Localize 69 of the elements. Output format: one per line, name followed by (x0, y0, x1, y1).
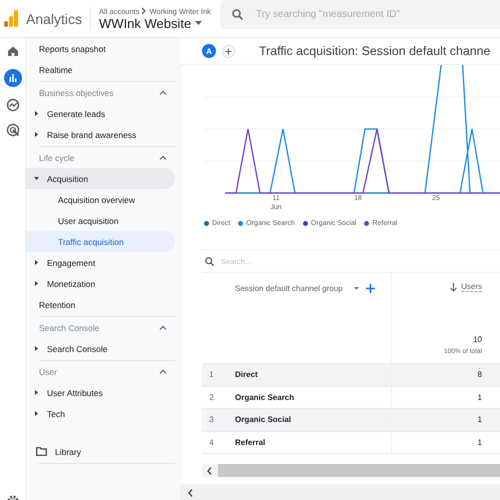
collapsed-triangle-icon (34, 411, 39, 416)
nav-item[interactable]: Engagement (26, 252, 175, 273)
table-cell-text: 1 (208, 370, 215, 380)
table-cell-text: 1 (476, 415, 483, 424)
analytics-logo-icon (3, 10, 19, 28)
add-comparison-icon[interactable] (222, 44, 235, 58)
nav-item[interactable]: Acquisition (26, 168, 175, 189)
table-cell-text: 4 (208, 438, 215, 447)
table-cell-text: 1 (476, 438, 483, 447)
table-cell: Referral (235, 432, 392, 453)
table-cell-text: 3 (208, 415, 215, 424)
nav-sub-item[interactable]: Acquisition overview (26, 189, 175, 210)
nav-item[interactable]: User Attributes (26, 382, 175, 403)
nav-item[interactable]: Reports snapshot (26, 38, 175, 59)
search-field[interactable]: Try searching "measurement ID" (220, 0, 500, 29)
trend-icon[interactable] (6, 98, 20, 112)
collapsed-triangle-icon (34, 346, 39, 351)
table-cell-text: 2 (208, 392, 215, 402)
add-dimension-icon[interactable] (366, 284, 375, 293)
table-cell: Direct (235, 364, 392, 386)
target-icon[interactable] (6, 123, 20, 137)
search-icon (232, 9, 244, 20)
expanded-triangle-icon (34, 176, 39, 181)
chevron-left-icon (207, 466, 212, 474)
folder-icon (36, 447, 47, 456)
nav-item[interactable]: Generate leads (26, 103, 175, 124)
column-header[interactable]: Session default channel group (235, 284, 343, 293)
nav-item[interactable]: Realtime (26, 59, 175, 80)
collapsed-triangle-icon (34, 111, 39, 116)
section-header[interactable]: Life cycle (26, 147, 175, 168)
nav-item[interactable]: Monetization (26, 273, 175, 294)
bar-chart-icon[interactable] (4, 69, 22, 87)
section-header[interactable]: User (26, 361, 175, 382)
chevron-up-icon (159, 369, 167, 374)
product-name: Analytics (26, 8, 92, 30)
total-value: 10 (473, 335, 482, 344)
search-icon (205, 256, 214, 266)
sort-down-arrow-icon[interactable] (450, 282, 458, 292)
nav-sub-item[interactable]: Traffic acquisition (26, 231, 175, 252)
section-header[interactable]: Business objectives (26, 82, 175, 103)
chevron-up-icon (159, 90, 167, 95)
chevron-right-icon (141, 7, 148, 15)
chevron-up-icon (159, 155, 167, 160)
chevron-up-icon (159, 325, 167, 330)
report-title: Traffic acquisition: Session default channe (259, 44, 490, 58)
dropdown-caret-icon[interactable] (354, 287, 359, 290)
collapsed-triangle-icon (34, 260, 39, 265)
chevron-left-icon (188, 488, 193, 496)
column-header[interactable]: Users (461, 282, 482, 292)
table-cell-text: 8 (476, 370, 483, 380)
search-input[interactable]: Try searching "measurement ID" (254, 8, 500, 21)
nav-item[interactable]: Search Console (26, 338, 175, 359)
nav-item[interactable]: Raise brand awareness (26, 124, 175, 145)
nav-sub-item[interactable]: User acquisition (26, 210, 175, 231)
table-cell-text: 1 (476, 392, 483, 402)
nav-item[interactable]: Retention (26, 294, 175, 315)
table-cell: Organic Social (235, 409, 392, 430)
nav-item[interactable]: Tech (26, 403, 175, 424)
home-icon[interactable] (6, 44, 20, 58)
collapsed-triangle-icon (34, 281, 39, 286)
dropdown-caret-icon (195, 21, 202, 25)
horizontal-scrollbar[interactable] (180, 485, 500, 500)
table-cell: Organic Search (235, 386, 392, 408)
avatar[interactable]: A (202, 44, 216, 58)
section-header[interactable]: Search Console (26, 317, 175, 338)
library-link[interactable]: Library (26, 441, 175, 462)
collapsed-triangle-icon (34, 390, 39, 395)
collapsed-triangle-icon (34, 132, 39, 137)
property-selector[interactable]: WWInk Website (99, 16, 212, 30)
